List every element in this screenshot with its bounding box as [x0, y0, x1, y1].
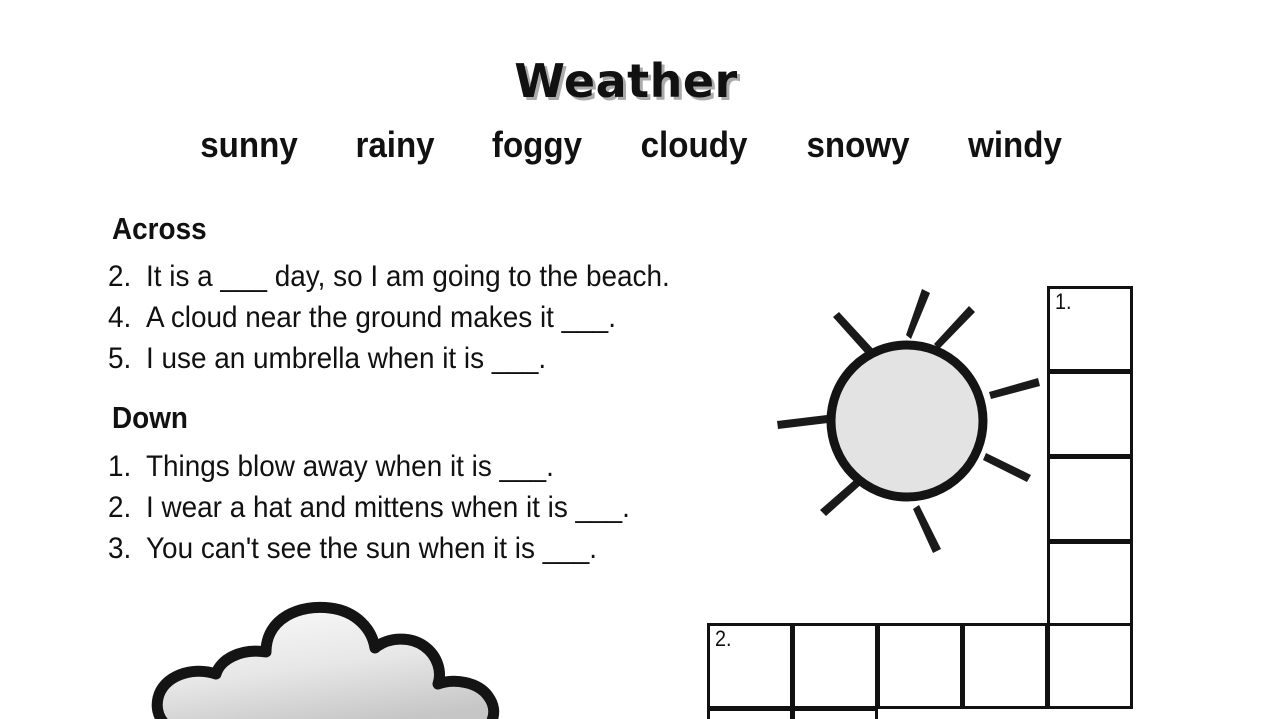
word-bank-item-foggy: foggy: [491, 124, 583, 165]
crossword-grid: 1. 2.: [700, 280, 1145, 719]
grid-cell-across2-5[interactable]: [1047, 623, 1133, 709]
clue-number: 2.: [108, 260, 132, 293]
down-heading: Down: [112, 400, 188, 435]
clue-number: 5.: [108, 342, 132, 375]
word-bank: sunny rainy foggy cloudy snowy windy: [196, 124, 1066, 166]
cell-number-2: 2.: [715, 626, 732, 651]
clue-number: 2.: [108, 491, 132, 524]
grid-cell-partial-2[interactable]: [792, 708, 878, 719]
grid-cell-partial-1[interactable]: [707, 708, 793, 719]
clue-text: I use an umbrella when it is ___.: [146, 342, 547, 375]
word-bank-item-windy: windy: [968, 124, 1062, 165]
clue-text: Things blow away when it is ___.: [146, 450, 554, 483]
page-title: Weather: [514, 54, 738, 108]
grid-cell-across2-4[interactable]: [962, 623, 1048, 709]
cell-number-1: 1.: [1055, 289, 1072, 314]
word-bank-item-rainy: rainy: [355, 124, 435, 165]
across-heading: Across: [112, 211, 207, 246]
cloud-icon: [151, 601, 500, 719]
word-bank-item-cloudy: cloudy: [640, 124, 748, 165]
clue-text: You can't see the sun when it is ___.: [146, 532, 598, 565]
word-bank-item-sunny: sunny: [200, 124, 298, 165]
grid-cell-across2-1[interactable]: 2.: [707, 623, 793, 709]
clue-number: 3.: [108, 532, 132, 565]
grid-cell-down1-2[interactable]: [1047, 371, 1133, 457]
worksheet-page: Weather sunny rainy foggy cloudy snowy w…: [0, 0, 1280, 719]
grid-cell-across2-2[interactable]: [792, 623, 878, 709]
grid-cell-down1-4[interactable]: [1047, 541, 1133, 627]
clue-text: I wear a hat and mittens when it is ___.: [146, 491, 630, 524]
word-bank-item-snowy: snowy: [806, 124, 910, 165]
clue-text: It is a ___ day, so I am going to the be…: [146, 260, 670, 293]
grid-cell-down1-3[interactable]: [1047, 456, 1133, 542]
clue-number: 1.: [108, 450, 132, 483]
grid-cell-down1-1[interactable]: 1.: [1047, 286, 1133, 372]
grid-cell-across2-3[interactable]: [877, 623, 963, 709]
clue-text: A cloud near the ground makes it ___.: [146, 301, 616, 334]
clue-number: 4.: [108, 301, 132, 334]
